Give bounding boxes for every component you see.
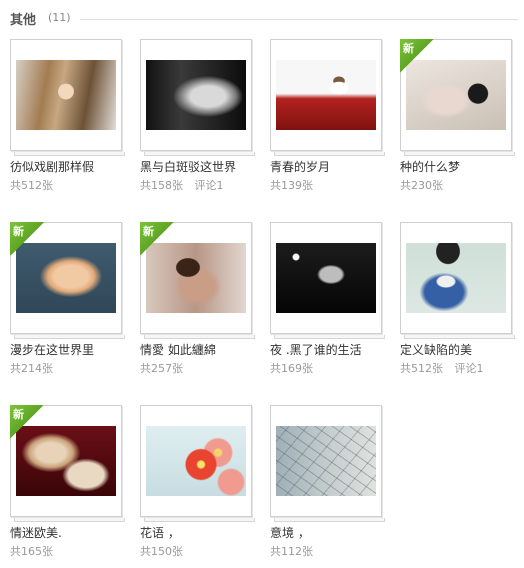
album-title[interactable]: 情迷欧美.: [10, 524, 62, 541]
album-title[interactable]: 青春的岁月: [270, 158, 330, 175]
new-label: 新: [13, 225, 24, 238]
album-cover[interactable]: 新: [10, 405, 125, 522]
album-meta: 共112张: [270, 543, 329, 559]
album-cover[interactable]: [270, 222, 385, 339]
album-title[interactable]: 意境 ，: [270, 524, 310, 541]
photo-count: 共169张: [270, 362, 313, 375]
album-title[interactable]: 情愛 如此纏綿: [140, 341, 216, 358]
comment-count[interactable]: 评论1: [195, 179, 224, 192]
photo-count: 共512张: [400, 362, 443, 375]
new-badge: 新: [140, 222, 174, 256]
album-title[interactable]: 彷似戏剧那样假: [10, 158, 94, 175]
album-cover[interactable]: [400, 222, 515, 339]
divider: [80, 19, 518, 20]
album-cover-photo[interactable]: [276, 60, 376, 130]
album-cover[interactable]: [270, 39, 385, 156]
album-title[interactable]: 夜 .黑了谁的生活: [270, 341, 362, 358]
album-title[interactable]: 花语 ，: [140, 524, 180, 541]
photo-count: 共150张: [140, 545, 183, 558]
album-cover[interactable]: [10, 39, 125, 156]
album-meta: 共257张: [140, 360, 199, 376]
new-badge: 新: [10, 222, 44, 256]
section-title: 其他: [10, 13, 37, 28]
album-cover[interactable]: [140, 39, 255, 156]
album-cover-photo[interactable]: [146, 60, 246, 130]
album-title[interactable]: 黑与白斑驳这世界: [140, 158, 236, 175]
photo-count: 共139张: [270, 179, 313, 192]
album-cover-photo[interactable]: [16, 60, 116, 130]
comment-count[interactable]: 评论1: [455, 362, 484, 375]
album-cover-photo[interactable]: [146, 426, 246, 496]
section-header: 其他 (11): [10, 9, 518, 29]
album-meta: 共150张: [140, 543, 199, 559]
album-meta: 共158张 评论1: [140, 177, 232, 193]
album-count: (11): [48, 11, 71, 24]
new-badge: 新: [10, 405, 44, 439]
album-cover[interactable]: 新: [10, 222, 125, 339]
album-cover[interactable]: [140, 405, 255, 522]
photo-count: 共165张: [10, 545, 53, 558]
album-cover[interactable]: 新: [140, 222, 255, 339]
album-meta: 共165张: [10, 543, 69, 559]
album-title[interactable]: 定义缺陷的美: [400, 341, 472, 358]
album-cover-photo[interactable]: [406, 243, 506, 313]
new-label: 新: [143, 225, 154, 238]
photo-count: 共230张: [400, 179, 443, 192]
photo-count: 共214张: [10, 362, 53, 375]
album-meta: 共512张: [10, 177, 69, 193]
album-meta: 共512张 评论1: [400, 360, 492, 376]
photo-count: 共257张: [140, 362, 183, 375]
album-meta: 共214张: [10, 360, 69, 376]
photo-count: 共512张: [10, 179, 53, 192]
album-cover[interactable]: [270, 405, 385, 522]
album-cover[interactable]: 新: [400, 39, 515, 156]
new-label: 新: [403, 42, 414, 55]
album-cover-photo[interactable]: [276, 426, 376, 496]
album-meta: 共139张: [270, 177, 329, 193]
album-title[interactable]: 种的什么梦: [400, 158, 460, 175]
photo-count: 共158张: [140, 179, 183, 192]
album-title[interactable]: 漫步在这世界里: [10, 341, 94, 358]
album-cover-photo[interactable]: [276, 243, 376, 313]
new-label: 新: [13, 408, 24, 421]
new-badge: 新: [400, 39, 434, 73]
album-meta: 共230张: [400, 177, 459, 193]
photo-count: 共112张: [270, 545, 313, 558]
album-meta: 共169张: [270, 360, 329, 376]
